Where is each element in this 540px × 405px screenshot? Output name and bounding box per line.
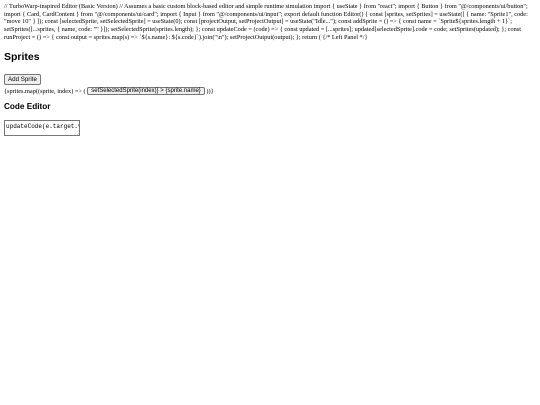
select-sprite-button[interactable]: setSelectedSprite(index)} > {sprite.name… — [87, 86, 205, 96]
sprites-heading: Sprites — [4, 50, 40, 63]
raw-source-text: // TurboWarp-inspired Editor (Basic Vers… — [4, 3, 528, 41]
code-editor-heading: Code Editor — [4, 102, 51, 112]
add-sprite-button[interactable]: Add Sprite — [4, 73, 41, 85]
code-textarea[interactable]: updateCode(e.target.v — [4, 120, 80, 137]
resize-handle-icon[interactable] — [76, 132, 80, 137]
sprite-map-suffix: ))} — [206, 87, 214, 95]
editor-page: // TurboWarp-inspired Editor (Basic Vers… — [4, 3, 536, 141]
code-textarea-wrapper: updateCode(e.target.v — [4, 112, 80, 137]
sprite-map-prefix: {sprites.map((sprite, index) => ( — [4, 87, 86, 95]
sprite-list-row: {sprites.map((sprite, index) => ( setSel… — [4, 86, 536, 96]
